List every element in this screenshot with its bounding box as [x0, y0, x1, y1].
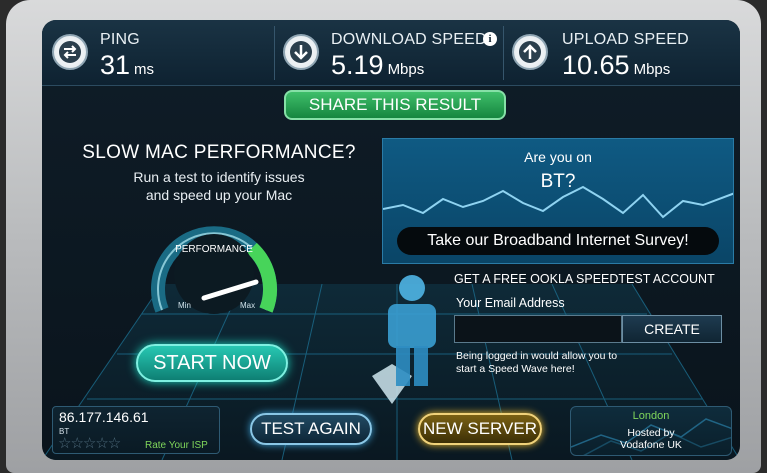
server-host-line: Hosted by — [627, 427, 675, 439]
rate-isp-label[interactable]: Rate Your ISP — [145, 440, 208, 451]
new-server-button[interactable]: NEW SERVER — [418, 413, 542, 445]
download-value: 5.19 Mbps — [331, 50, 424, 81]
ad-subtitle-line: and speed up your Mac — [145, 187, 293, 203]
mac-performance-ad: SLOW MAC PERFORMANCE? Run a test to iden… — [60, 136, 378, 406]
server-host: Hosted by Vodafone UK — [571, 427, 731, 451]
test-again-button[interactable]: TEST AGAIN — [250, 413, 372, 445]
survey-question-line1: Are you on — [524, 149, 592, 165]
download-number: 5.19 — [331, 50, 384, 80]
create-account-button[interactable]: CREATE — [622, 315, 722, 343]
download-unit: Mbps — [387, 61, 425, 78]
ip-address: 86.177.146.61 — [59, 409, 149, 425]
server-host-line: Vodafone UK — [620, 439, 682, 451]
ad-subtitle: Run a test to identify issues and speed … — [60, 168, 378, 204]
account-note-line: Being logged in would allow you to — [456, 350, 618, 362]
email-field[interactable] — [454, 315, 622, 343]
upload-stat: UPLOAD SPEED 10.65 Mbps — [504, 20, 740, 86]
ping-unit: ms — [134, 61, 155, 78]
upload-value: 10.65 Mbps — [562, 50, 670, 81]
info-icon[interactable]: i — [483, 32, 497, 46]
share-result-button[interactable]: SHARE THIS RESULT — [284, 90, 506, 120]
account-title: GET A FREE OOKLA SPEEDTEST ACCOUNT — [454, 272, 715, 286]
upload-unit: Mbps — [633, 61, 671, 78]
results-panel: PING 31 ms DOWNLOAD SPEED i 5.19 Mbps UP… — [42, 20, 740, 460]
ad-subtitle-line: Run a test to identify issues — [133, 169, 305, 185]
download-label: DOWNLOAD SPEED — [331, 31, 487, 48]
speedtest-frame: PING 31 ms DOWNLOAD SPEED i 5.19 Mbps UP… — [6, 0, 761, 473]
ping-arrows-icon — [52, 34, 88, 70]
survey-question-line2: BT? — [540, 171, 576, 192]
account-signup: GET A FREE OOKLA SPEEDTEST ACCOUNT Your … — [382, 268, 734, 388]
start-now-button[interactable]: START NOW — [136, 344, 288, 382]
account-note: Being logged in would allow you to start… — [456, 350, 656, 376]
performance-gauge: PERFORMANCE Min Max — [151, 226, 277, 314]
ping-label: PING — [100, 31, 140, 48]
ad-title: SLOW MAC PERFORMANCE? — [82, 142, 356, 163]
account-note-line: start a Speed Wave here! — [456, 363, 575, 375]
upload-number: 10.65 — [562, 50, 630, 80]
ping-value: 31 ms — [100, 50, 154, 81]
star-rating[interactable]: ☆☆☆☆☆ — [58, 434, 121, 452]
upload-arrow-icon — [512, 34, 548, 70]
download-stat: DOWNLOAD SPEED i 5.19 Mbps — [275, 20, 503, 86]
gauge-max: Max — [240, 301, 255, 310]
stats-bar: PING 31 ms DOWNLOAD SPEED i 5.19 Mbps UP… — [42, 20, 740, 86]
ping-stat: PING 31 ms — [42, 20, 274, 86]
server-panel[interactable]: London Hosted by Vodafone UK — [570, 406, 732, 456]
upload-label: UPLOAD SPEED — [562, 31, 689, 48]
server-city: London — [632, 410, 670, 422]
isp-panel: 86.177.146.61 BT ☆☆☆☆☆ Rate Your ISP — [52, 406, 220, 454]
gauge-min: Min — [178, 301, 191, 310]
email-label: Your Email Address — [456, 296, 565, 310]
download-arrow-icon — [283, 34, 319, 70]
survey-button[interactable]: Take our Broadband Internet Survey! — [397, 227, 719, 255]
broadband-survey-ad[interactable]: Are you on BT? Take our Broadband Intern… — [382, 138, 734, 264]
ping-number: 31 — [100, 50, 131, 80]
gauge-label: PERFORMANCE — [175, 244, 253, 255]
